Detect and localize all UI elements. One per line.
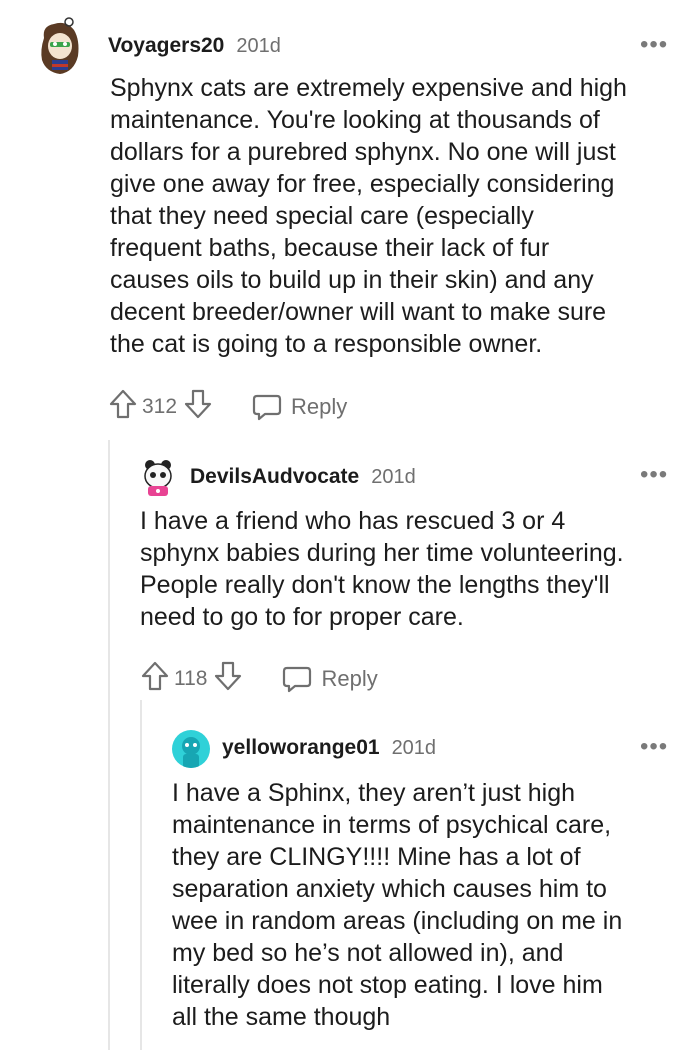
avatar-image	[182, 737, 200, 768]
more-options-icon[interactable]: •••	[640, 735, 668, 759]
comment-username[interactable]: yelloworange01	[222, 736, 380, 760]
comment-timestamp: 201d	[391, 736, 437, 759]
comment: yelloworange01 201d ••• I have a Sphinx,…	[0, 0, 700, 1050]
user-avatar[interactable]	[172, 730, 210, 768]
comment-body: I have a Sphinx, they aren’t just high m…	[172, 779, 623, 1031]
